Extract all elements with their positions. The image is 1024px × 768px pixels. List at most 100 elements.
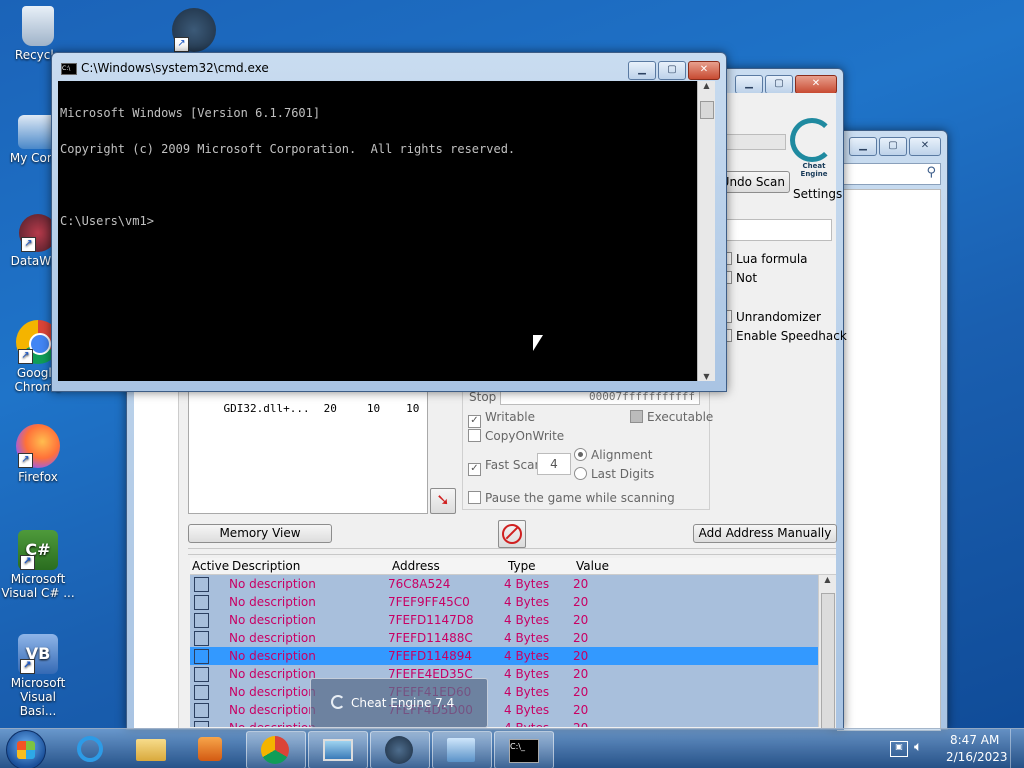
scroll-up-arrow-icon[interactable]: ▲ xyxy=(698,81,715,90)
column-type[interactable]: Type xyxy=(508,559,536,573)
writable-checkbox[interactable]: ✓ xyxy=(468,415,481,428)
table-row[interactable]: No description 7FEFE4ED35C 4 Bytes 20 xyxy=(190,665,818,683)
taskbar-control-panel[interactable] xyxy=(432,731,492,768)
process-list-box[interactable]: GDI32.dll+... 20 10 10 xyxy=(188,382,428,514)
memory-view-button[interactable]: Memory View xyxy=(188,524,332,543)
taskbar-cmd[interactable]: C:\_ xyxy=(494,731,554,768)
active-checkbox[interactable] xyxy=(194,613,209,628)
table-row[interactable]: No description 76C8A524 4 Bytes 20 xyxy=(190,575,818,593)
table-row[interactable]: No description 4 Bytes 20 xyxy=(190,719,818,727)
cmd-scrollbar[interactable]: ▲ ▼ xyxy=(697,81,715,381)
active-checkbox[interactable] xyxy=(194,649,209,664)
taskbar-explorer[interactable] xyxy=(122,731,180,767)
active-checkbox[interactable] xyxy=(194,667,209,682)
executable-checkbox[interactable] xyxy=(630,410,643,423)
last-digits-option[interactable]: Last Digits xyxy=(574,467,654,481)
address-table[interactable]: No description 76C8A524 4 Bytes 20 No descri… xyxy=(190,575,818,727)
table-row[interactable]: No description 7FEFD114894 4 Bytes 20 xyxy=(190,647,818,665)
scroll-thumb[interactable] xyxy=(821,593,835,729)
executable-option[interactable]: Executable xyxy=(630,410,713,424)
copy-on-write-option[interactable]: CopyOnWrite xyxy=(468,429,564,443)
clear-list-button[interactable] xyxy=(498,520,526,548)
shortcut-arrow-icon: ↗ xyxy=(20,659,35,674)
value-input[interactable] xyxy=(724,219,832,241)
taskbar-tooltip: Cheat Engine 7.4 xyxy=(310,678,488,728)
column-active[interactable]: Active xyxy=(192,559,229,573)
show-desktop-button[interactable] xyxy=(1010,729,1024,768)
scroll-down-arrow-icon[interactable]: ▼ xyxy=(698,372,715,381)
taskbar-ie[interactable] xyxy=(62,731,120,767)
taskbar-cheat-engine[interactable] xyxy=(370,731,430,768)
background-window-search-box[interactable]: ⚲ xyxy=(837,163,941,185)
alignment-option[interactable]: Alignment xyxy=(574,448,652,462)
writable-label: Writable xyxy=(485,410,535,424)
scroll-thumb[interactable] xyxy=(700,101,714,119)
add-address-manually-button[interactable]: Add Address Manually xyxy=(693,524,837,543)
close-button[interactable]: ✕ xyxy=(688,61,720,80)
splitter[interactable] xyxy=(188,548,836,555)
clock-time[interactable]: 8:47 AM xyxy=(950,733,999,747)
search-icon: ⚲ xyxy=(926,165,936,180)
writable-option[interactable]: ✓ Writable xyxy=(468,410,535,428)
minimize-button[interactable]: ▁ xyxy=(735,75,763,94)
desktop-icon-visual-basic[interactable]: VB ↗ Microsoft Visual Basi... xyxy=(0,634,76,718)
table-row[interactable]: No description7FEFF41ED604 Bytes20 xyxy=(190,683,818,701)
active-checkbox[interactable] xyxy=(194,595,209,610)
network-icon[interactable]: ▣ xyxy=(890,741,908,757)
settings-label[interactable]: Settings xyxy=(793,187,842,201)
background-window[interactable]: ▁ ▢ ✕ ⚲ xyxy=(830,130,948,731)
not-option[interactable]: Not xyxy=(726,271,757,285)
clock-date[interactable]: 2/16/2023 xyxy=(946,750,1008,764)
table-row[interactable]: No description7FEFF4D5D004 Bytes20 xyxy=(190,701,818,719)
active-checkbox[interactable] xyxy=(194,721,209,727)
maximize-button[interactable]: ▢ xyxy=(765,75,793,94)
column-value[interactable]: Value xyxy=(576,559,609,573)
maximize-button[interactable]: ▢ xyxy=(658,61,686,80)
shortcut-arrow-icon: ↗ xyxy=(18,453,33,468)
fast-scan-option[interactable]: ✓ Fast Scan xyxy=(468,458,542,476)
process-list-row[interactable]: GDI32.dll+... 20 10 10 xyxy=(197,389,420,428)
start-button[interactable] xyxy=(6,730,46,768)
minimize-button[interactable]: ▁ xyxy=(628,61,656,80)
close-button[interactable]: ✕ xyxy=(795,75,837,94)
alignment-radio[interactable] xyxy=(574,448,587,461)
table-row[interactable]: No description 7FEFD11488C 4 Bytes 20 xyxy=(190,629,818,647)
active-checkbox[interactable] xyxy=(194,685,209,700)
cmd-console[interactable]: Microsoft Windows [Version 6.1.7601] Cop… xyxy=(58,81,697,381)
close-button[interactable]: ✕ xyxy=(909,137,941,156)
column-address[interactable]: Address xyxy=(392,559,440,573)
minimize-button[interactable]: ▁ xyxy=(849,137,877,156)
taskbar-media-player[interactable] xyxy=(182,731,240,767)
cheat-engine-logo-icon[interactable]: Cheat Engine xyxy=(790,118,838,180)
fast-scan-value-input[interactable]: 4 xyxy=(537,453,571,475)
desktop-icon-firefox[interactable]: ↗ Firefox xyxy=(0,424,76,484)
cheat-engine-desktop-icon[interactable]: ↗ xyxy=(172,8,216,52)
table-row[interactable]: No description 7FEF9FF45C0 4 Bytes 20 xyxy=(190,593,818,611)
pause-game-option[interactable]: Pause the game while scanning xyxy=(468,491,675,505)
enable-speedhack-option[interactable]: Enable Speedhack xyxy=(726,329,847,343)
taskbar-image-viewer[interactable] xyxy=(308,731,368,768)
row-type: 4 Bytes xyxy=(504,703,550,717)
desktop-icon-label: Microsoft Visual C# ... xyxy=(1,572,75,600)
active-checkbox[interactable] xyxy=(194,631,209,646)
active-checkbox[interactable] xyxy=(194,577,209,592)
volume-icon[interactable]: 🔈︎ xyxy=(914,739,922,755)
last-digits-radio[interactable] xyxy=(574,467,587,480)
unrandomizer-option[interactable]: Unrandomizer xyxy=(726,310,821,324)
taskbar-chrome[interactable] xyxy=(246,731,306,768)
desktop-icon-visual-csharp[interactable]: C# ↗ Microsoft Visual C# ... xyxy=(0,530,76,600)
lua-formula-option[interactable]: Lua formula xyxy=(726,252,808,266)
pause-game-checkbox[interactable] xyxy=(468,491,481,504)
add-to-list-arrow-button[interactable]: ➘ xyxy=(430,488,456,514)
fast-scan-checkbox[interactable]: ✓ xyxy=(468,463,481,476)
table-row[interactable]: No description 7FEFD1147D8 4 Bytes 20 xyxy=(190,611,818,629)
cmd-window[interactable]: C:\ C:\Windows\system32\cmd.exe ▁ ▢ ✕ Mi… xyxy=(51,52,727,392)
fast-scan-label: Fast Scan xyxy=(485,458,543,472)
copy-on-write-checkbox[interactable] xyxy=(468,429,481,442)
column-description[interactable]: Description xyxy=(232,559,300,573)
address-table-scrollbar[interactable]: ▲ xyxy=(818,575,836,729)
undo-scan-button[interactable]: Undo Scan xyxy=(718,171,790,193)
maximize-button[interactable]: ▢ xyxy=(879,137,907,156)
active-checkbox[interactable] xyxy=(194,703,209,718)
scroll-up-arrow-icon[interactable]: ▲ xyxy=(819,575,836,584)
